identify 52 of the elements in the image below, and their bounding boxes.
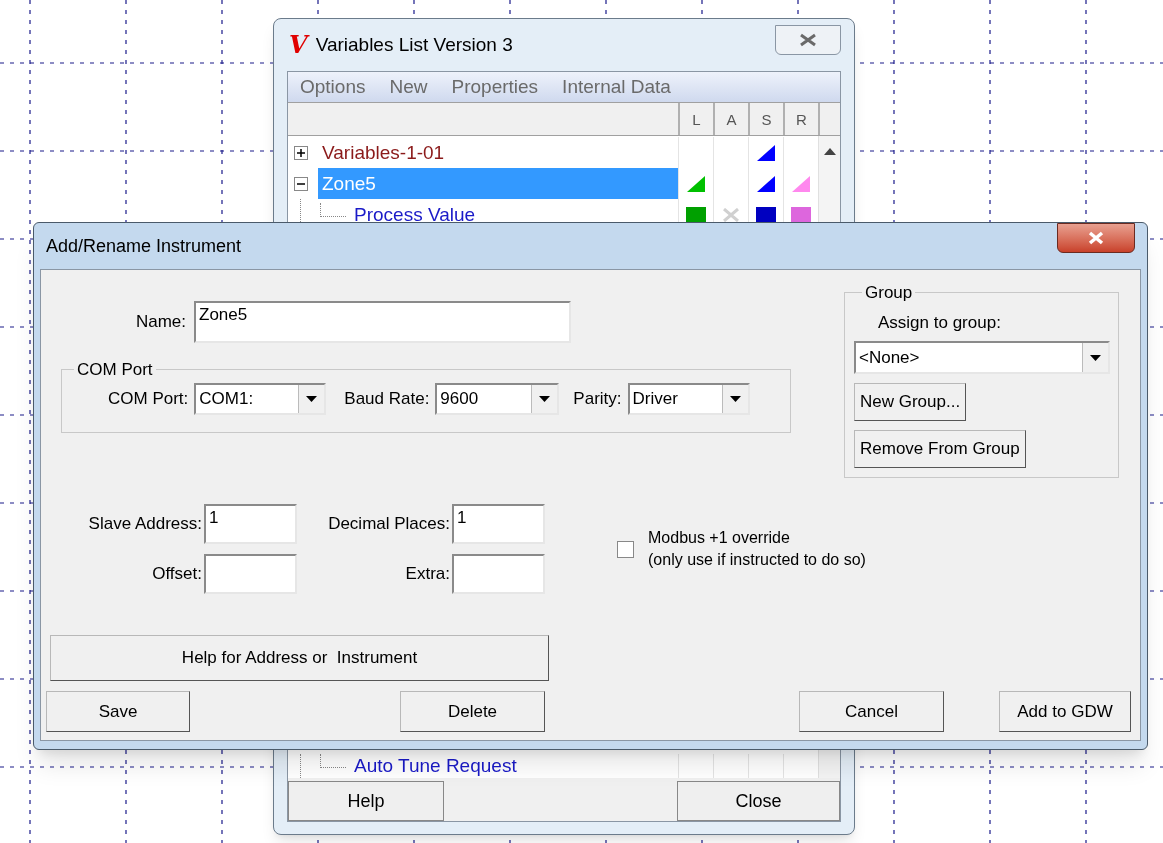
- field-label: Name:: [134, 311, 187, 334]
- expand-icon[interactable]: [294, 145, 308, 160]
- field-label: Assign to group:: [878, 311, 1001, 334]
- dialog-button[interactable]: Add to GDW: [999, 691, 1131, 732]
- checkbox-label: Modbus +1 override (only use if instructed to do so): [648, 528, 866, 570]
- group-title: Group: [864, 282, 914, 304]
- collapse-icon[interactable]: [294, 176, 308, 191]
- close-button[interactable]: [775, 25, 841, 55]
- app-logo: V: [289, 33, 308, 57]
- dialog-button[interactable]: Delete: [400, 691, 545, 732]
- dialog-button[interactable]: Save: [46, 691, 190, 732]
- tree-item[interactable]: Variables-1-01: [318, 137, 678, 168]
- close-button[interactable]: [1057, 223, 1135, 253]
- input-field[interactable]: 1: [204, 504, 297, 544]
- field-label: Offset:: [152, 563, 203, 586]
- caret-icon: [1090, 354, 1101, 361]
- menu-item[interactable]: Internal Data: [562, 72, 671, 102]
- cross-icon: [722, 207, 740, 222]
- scroll-up-arrow-icon: [823, 148, 836, 155]
- group-title: COM Port: [76, 359, 154, 381]
- caret-icon: [539, 395, 551, 402]
- checkbox[interactable]: [617, 540, 634, 558]
- menu-item[interactable]: Properties: [451, 72, 539, 102]
- dropdown[interactable]: COM1:: [194, 382, 327, 415]
- dialog-button[interactable]: Remove From Group: [854, 430, 1026, 468]
- dialog-title: Add/Rename Instrument: [46, 234, 242, 258]
- field-label: Decimal Places:: [328, 513, 451, 536]
- dialog-button[interactable]: Help for Address or Instrument: [50, 635, 549, 681]
- field-label: COM Port:: [108, 387, 189, 410]
- dialog-button[interactable]: New Group...: [854, 383, 967, 421]
- tree-item[interactable]: Auto Tune Request: [350, 755, 678, 777]
- menu-item[interactable]: Options: [300, 72, 366, 102]
- menu-item[interactable]: New: [389, 72, 428, 102]
- input-field[interactable]: 1: [452, 504, 545, 544]
- close-icon: [1087, 231, 1105, 245]
- dialog-button[interactable]: Close: [677, 781, 840, 821]
- field-label: Baud Rate:: [344, 387, 430, 410]
- dialog-button[interactable]: Help: [288, 781, 444, 821]
- caret-icon: [306, 395, 318, 402]
- field-label: Slave Address:: [88, 513, 203, 536]
- input-field[interactable]: Zone5: [194, 301, 571, 343]
- window-title: Variables List Version 3: [315, 32, 513, 57]
- field-label: Parity:: [573, 387, 622, 410]
- dropdown[interactable]: Driver: [627, 382, 750, 415]
- input-field[interactable]: [452, 554, 545, 594]
- caret-icon: [729, 395, 741, 402]
- dialog-button[interactable]: Cancel: [799, 691, 944, 732]
- dropdown[interactable]: 9600: [435, 382, 560, 415]
- close-icon: [798, 33, 818, 47]
- field-label: Extra:: [405, 563, 451, 586]
- input-field[interactable]: [204, 554, 297, 594]
- dropdown[interactable]: <None>: [854, 341, 1110, 374]
